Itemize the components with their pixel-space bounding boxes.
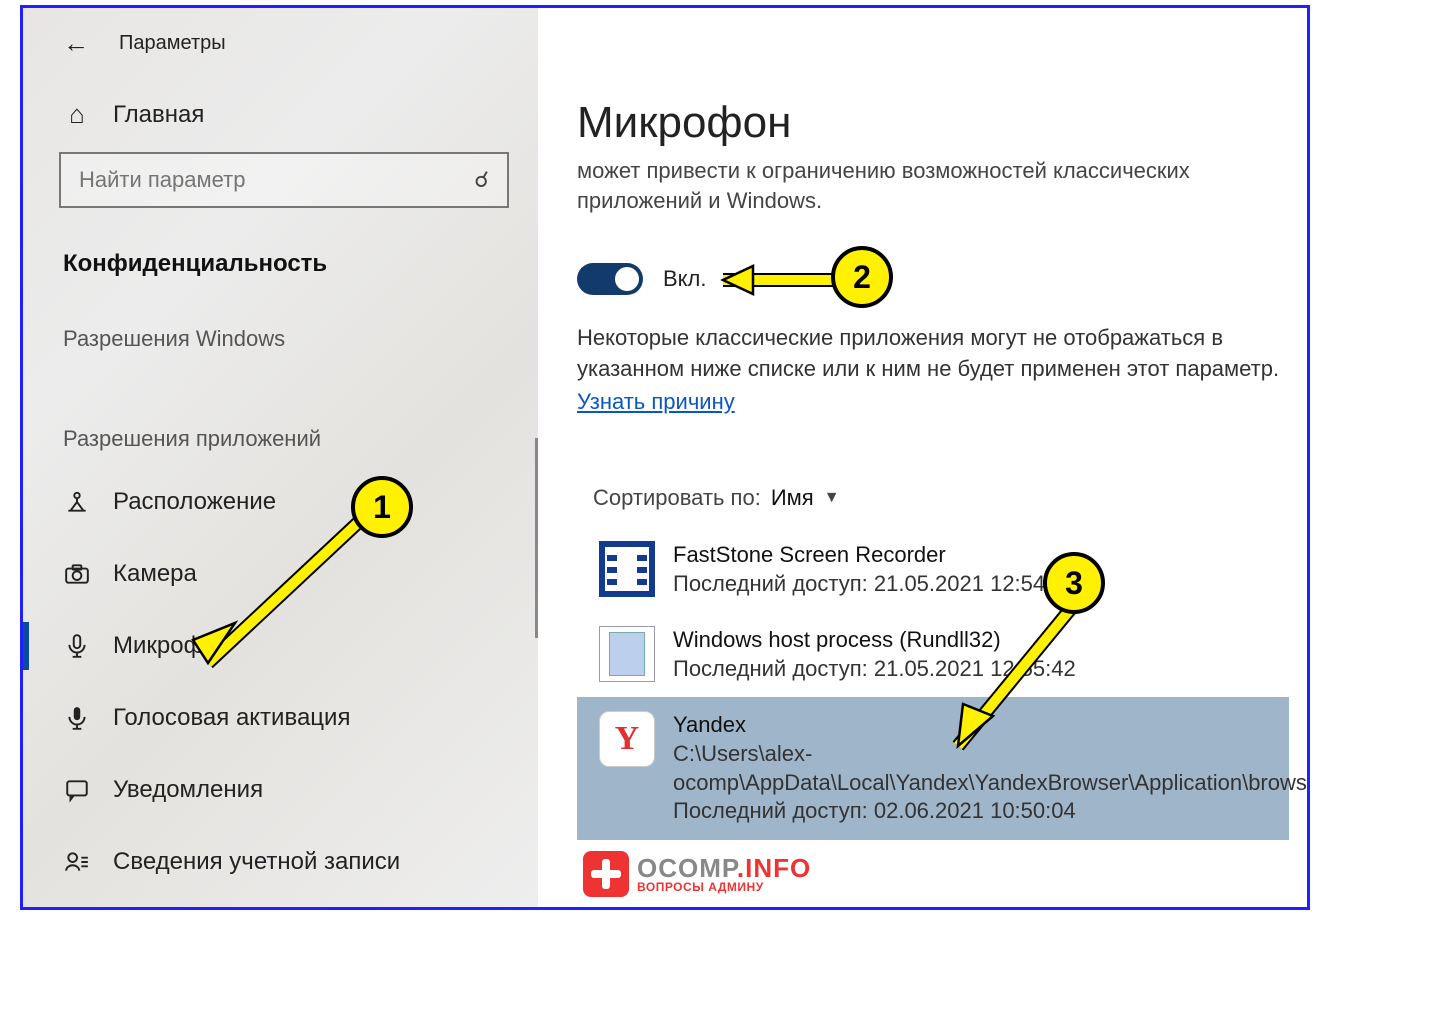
sidebar-item-notifications[interactable]: Уведомления (23, 754, 538, 826)
page-title: Микрофон (577, 8, 1289, 148)
annotation-marker-1: 1 (351, 476, 413, 538)
back-icon[interactable]: ← (63, 28, 89, 59)
voice-icon (63, 705, 91, 731)
last-access-label: Последний доступ: (673, 571, 868, 596)
microphone-icon (63, 633, 91, 659)
annotation-arrow-2 (693, 260, 853, 305)
camera-icon (63, 561, 91, 587)
sort-control[interactable]: Сортировать по: Имя ▼ (577, 485, 1289, 511)
home-icon: ⌂ (63, 99, 91, 130)
annotation-arrow-3 (923, 586, 1103, 781)
sort-label: Сортировать по: (593, 485, 761, 511)
sidebar-item-label: Уведомления (113, 776, 263, 804)
annotation-marker-3: 3 (1043, 552, 1105, 614)
window-title: Параметры (119, 32, 226, 55)
yandex-icon: Y (599, 711, 655, 767)
sidebar: ← Параметры ⌂ Главная ☌ Конфиденциальнос… (23, 8, 538, 907)
sidebar-group-windows: Разрешения Windows (23, 298, 538, 366)
watermark-tagline: ВОПРОСЫ АДМИНУ (637, 881, 811, 893)
last-access-label: Последний доступ: (673, 656, 868, 681)
sidebar-item-account-info[interactable]: Сведения учетной записи (23, 826, 538, 898)
search-icon: ☌ (474, 167, 489, 193)
watermark-brand-1: OCOMP (637, 853, 737, 883)
file-icon (599, 626, 655, 682)
search-input-wrap[interactable]: ☌ (59, 152, 509, 208)
sidebar-item-label: Голосовая активация (113, 704, 350, 732)
sidebar-item-label: Сведения учетной записи (113, 848, 400, 876)
film-icon (599, 541, 655, 597)
watermark-brand-2: .INFO (737, 853, 811, 883)
titlebar: ← Параметры (23, 8, 538, 77)
settings-window: ← Параметры ⌂ Главная ☌ Конфиденциальнос… (20, 5, 1310, 910)
sidebar-group-apps: Разрешения приложений (23, 366, 538, 466)
notification-icon (63, 777, 91, 803)
home-label: Главная (113, 101, 204, 129)
sidebar-section-current: Конфиденциальность (23, 226, 538, 298)
last-access-value: 02.06.2021 10:50:04 (874, 798, 1076, 823)
location-icon (63, 489, 91, 515)
annotation-arrow-1 (173, 508, 383, 703)
search-input[interactable] (79, 167, 459, 193)
learn-more-link[interactable]: Узнать причину (577, 389, 735, 415)
sidebar-home[interactable]: ⌂ Главная (23, 77, 538, 152)
annotation-marker-2: 2 (831, 246, 893, 308)
account-icon (63, 849, 91, 875)
watermark-logo-icon (583, 851, 629, 897)
app-name: FastStone Screen Recorder (673, 541, 1076, 570)
sort-value: Имя (771, 485, 814, 511)
watermark: OCOMP.INFO ВОПРОСЫ АДМИНУ (583, 851, 811, 897)
last-access-label: Последний доступ: (673, 798, 868, 823)
desktop-apps-note: Некоторые классические приложения могут … (577, 323, 1289, 385)
microphone-access-toggle[interactable] (577, 263, 643, 295)
truncated-paragraph: может привести к ограничению возможносте… (577, 156, 1289, 215)
chevron-down-icon: ▼ (824, 489, 840, 507)
